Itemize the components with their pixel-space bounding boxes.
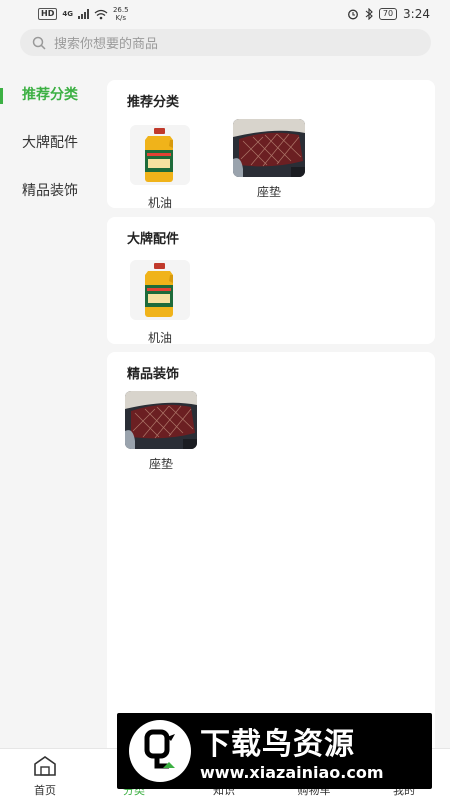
section-title: 精品装饰 [127,367,180,382]
sidebar-item-label: 推荐分类 [22,87,78,103]
category-label: 座垫 [148,457,173,471]
category-label: 机油 [147,196,172,210]
section-title: 推荐分类 [127,95,180,110]
signal-icon [77,9,89,19]
tab-home[interactable]: 首页 [15,755,75,798]
category-label: 座垫 [256,185,281,199]
sidebar-item-brand-parts[interactable]: 大牌配件 [0,118,104,166]
status-bar: HD 4G 26.5 K/s 70 3:24 [0,0,450,28]
tab-label: 首页 [34,784,56,797]
section-card-decorations: 精品装饰 座垫 [107,352,435,748]
category-sidebar: 推荐分类 大牌配件 精品装饰 [0,70,104,214]
oil-bottle-icon [130,125,190,185]
section-card-brand-parts: 大牌配件 机油 [107,217,435,346]
watermark-url: www.xiazainiao.com [200,763,384,782]
category-item-seat-cushion[interactable]: 座垫 [233,119,305,200]
network-type: 4G [62,10,73,18]
oil-bottle-icon [130,260,190,320]
sidebar-item-label: 大牌配件 [22,135,78,151]
category-label: 机油 [147,331,172,345]
category-item-oil[interactable]: 机油 [124,260,196,346]
bird-logo-icon [129,720,191,782]
status-time: 3:24 [403,7,430,21]
network-speed: 26.5 K/s [112,6,129,22]
search-icon [32,36,46,50]
hd-indicator: HD [38,8,58,20]
sidebar-item-label: 精品装饰 [22,183,78,199]
category-item-seat-cushion[interactable]: 座垫 [125,391,197,472]
search-input[interactable]: 搜索你想要的商品 [20,29,431,56]
section-card-recommended: 推荐分类 机油 座垫 [107,80,435,211]
watermark-title: 下载鸟资源 [200,727,355,762]
home-icon [34,756,56,776]
watermark-banner: 下载鸟资源 www.xiazainiao.com [117,713,432,789]
seat-cushion-icon [233,119,305,177]
bluetooth-icon [365,8,373,20]
section-title: 大牌配件 [127,232,180,247]
alarm-icon [347,9,358,20]
wifi-icon [94,9,108,19]
battery-icon: 70 [378,8,398,20]
seat-cushion-icon [125,391,197,449]
sidebar-item-decorations[interactable]: 精品装饰 [0,166,104,214]
search-placeholder: 搜索你想要的商品 [54,37,159,52]
sidebar-item-recommended[interactable]: 推荐分类 [0,70,104,118]
category-item-oil[interactable]: 机油 [124,125,196,211]
